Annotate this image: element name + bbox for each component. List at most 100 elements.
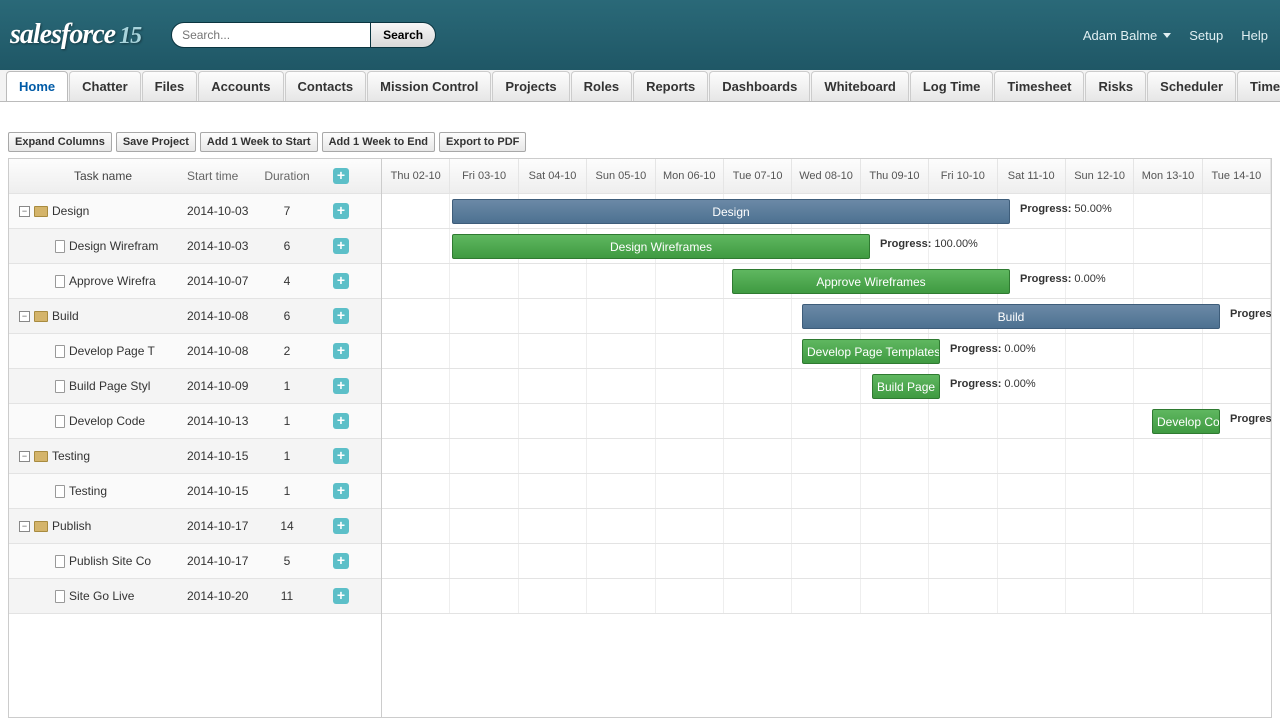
tab-projects[interactable]: Projects [492,71,569,101]
tab-reports[interactable]: Reports [633,71,708,101]
timeline-day: Thu 09-10 [861,159,929,193]
tab-home[interactable]: Home [6,71,68,101]
task-name-label: Approve Wirefra [69,274,156,288]
task-list-pane: Task name Start time Duration + −Design2… [9,159,382,717]
tab-timesheet[interactable]: Timesheet [994,71,1084,101]
progress-label: Progress: 50.00% [1020,203,1112,215]
help-link[interactable]: Help [1241,28,1268,43]
document-icon [55,555,65,568]
search-input[interactable] [171,22,371,48]
add-task-icon[interactable]: + [333,378,349,394]
task-start-label: 2014-10-17 [187,554,253,568]
task-name-label: Build Page Styl [69,379,150,393]
task-row[interactable]: −Build2014-10-086+ [9,299,381,334]
gantt-bar[interactable]: Develop Co [1152,409,1220,434]
task-duration-label: 6 [253,239,321,253]
global-search: Search [171,22,436,48]
add-week-start-button[interactable]: Add 1 Week to Start [200,132,318,152]
task-row[interactable]: Build Page Styl2014-10-091+ [9,369,381,404]
timeline-day: Mon 13-10 [1134,159,1202,193]
task-duration-label: 4 [253,274,321,288]
save-project-button[interactable]: Save Project [116,132,196,152]
task-start-label: 2014-10-08 [187,344,253,358]
tab-log-time[interactable]: Log Time [910,71,994,101]
gantt-bar[interactable]: Approve Wireframes [732,269,1010,294]
col-start-time[interactable]: Start time [187,169,253,183]
add-task-icon[interactable]: + [333,553,349,569]
add-column-icon[interactable]: + [333,168,349,184]
col-duration[interactable]: Duration [253,169,321,183]
timeline-day: Fri 10-10 [929,159,997,193]
document-icon [55,275,65,288]
document-icon [55,380,65,393]
add-task-icon[interactable]: + [333,588,349,604]
collapse-icon[interactable]: − [19,206,30,217]
col-add: + [321,168,361,184]
task-list-header: Task name Start time Duration + [9,159,381,194]
add-task-icon[interactable]: + [333,203,349,219]
task-start-label: 2014-10-20 [187,589,253,603]
task-row[interactable]: Develop Page T2014-10-082+ [9,334,381,369]
document-icon [55,240,65,253]
add-week-end-button[interactable]: Add 1 Week to End [322,132,435,152]
tab-risks[interactable]: Risks [1085,71,1146,101]
tab-contacts[interactable]: Contacts [285,71,367,101]
tab-files[interactable]: Files [142,71,198,101]
col-task-name[interactable]: Task name [9,169,187,183]
gantt-bar[interactable]: Build Page S [872,374,940,399]
tab-roles[interactable]: Roles [571,71,632,101]
task-row[interactable]: Site Go Live2014-10-2011+ [9,579,381,614]
add-task-icon[interactable]: + [333,343,349,359]
add-task-icon[interactable]: + [333,448,349,464]
collapse-icon[interactable]: − [19,451,30,462]
task-row[interactable]: −Design2014-10-037+ [9,194,381,229]
gantt-bar[interactable]: Design Wireframes [452,234,870,259]
search-button[interactable]: Search [371,22,436,48]
document-icon [55,590,65,603]
user-menu[interactable]: Adam Balme [1083,28,1171,43]
task-start-label: 2014-10-13 [187,414,253,428]
timeline-day: Sun 05-10 [587,159,655,193]
gantt-bars: Design Progress: 50.00% Design Wireframes P… [382,194,1271,614]
task-name-label: Design Wirefram [69,239,158,253]
task-row[interactable]: Develop Code2014-10-131+ [9,404,381,439]
add-task-icon[interactable]: + [333,308,349,324]
collapse-icon[interactable]: − [19,311,30,322]
timeline-pane[interactable]: Thu 02-10Fri 03-10Sat 04-10Sun 05-10Mon … [382,159,1271,717]
task-row[interactable]: −Testing2014-10-151+ [9,439,381,474]
task-row[interactable]: Testing2014-10-151+ [9,474,381,509]
tab-scheduler[interactable]: Scheduler [1147,71,1236,101]
setup-link[interactable]: Setup [1189,28,1223,43]
tab-time-logger[interactable]: Time Logger [1237,71,1280,101]
add-task-icon[interactable]: + [333,273,349,289]
gantt-bar[interactable]: Build [802,304,1220,329]
collapse-icon[interactable]: − [19,521,30,532]
brand-logo: salesforce15 [10,19,141,51]
task-duration-label: 7 [253,204,321,218]
user-name: Adam Balme [1083,28,1157,43]
add-task-icon[interactable]: + [333,413,349,429]
task-row[interactable]: Approve Wirefra2014-10-074+ [9,264,381,299]
progress-label: Progress: 0.00% [950,343,1036,355]
timeline-day: Sat 11-10 [998,159,1066,193]
gantt-toolbar: Expand Columns Save Project Add 1 Week t… [8,132,1272,152]
tab-chatter[interactable]: Chatter [69,71,141,101]
export-pdf-button[interactable]: Export to PDF [439,132,526,152]
add-task-icon[interactable]: + [333,238,349,254]
task-start-label: 2014-10-03 [187,204,253,218]
expand-columns-button[interactable]: Expand Columns [8,132,112,152]
task-row[interactable]: Publish Site Co2014-10-175+ [9,544,381,579]
add-task-icon[interactable]: + [333,483,349,499]
tab-accounts[interactable]: Accounts [198,71,283,101]
timeline-day: Sun 12-10 [1066,159,1134,193]
gantt-bar[interactable]: Develop Page Templates [802,339,940,364]
tab-dashboards[interactable]: Dashboards [709,71,810,101]
task-row[interactable]: −Publish2014-10-1714+ [9,509,381,544]
add-task-icon[interactable]: + [333,518,349,534]
document-icon [55,485,65,498]
folder-icon [34,206,48,217]
tab-whiteboard[interactable]: Whiteboard [811,71,909,101]
tab-mission-control[interactable]: Mission Control [367,71,491,101]
task-row[interactable]: Design Wirefram2014-10-036+ [9,229,381,264]
gantt-bar[interactable]: Design [452,199,1010,224]
